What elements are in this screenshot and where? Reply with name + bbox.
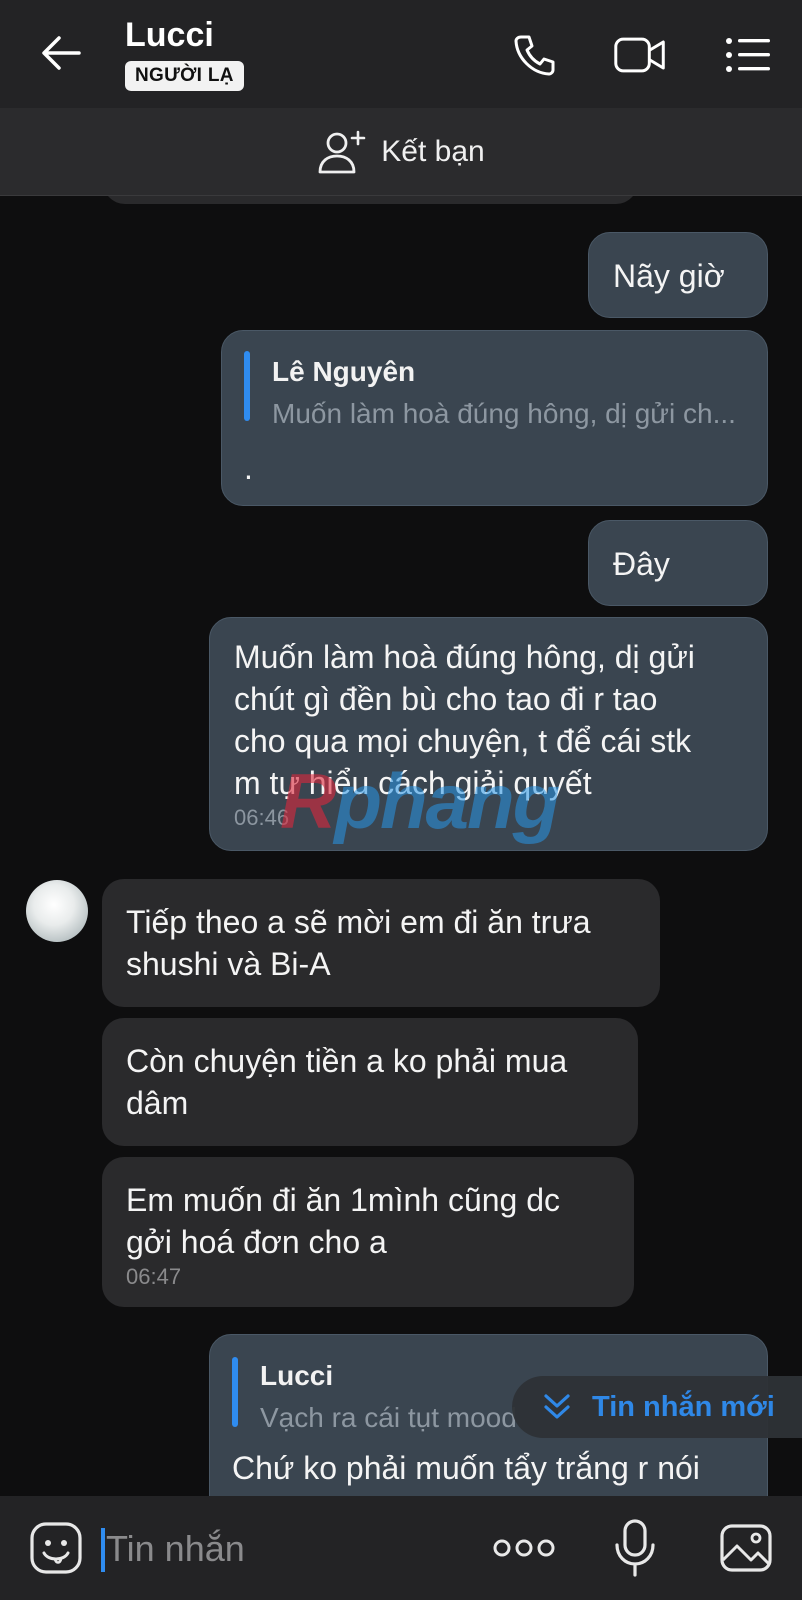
stranger-badge: NGƯỜI LẠ [125,61,244,91]
message-time: 06:47 [126,1264,182,1289]
message-text: . [244,450,253,486]
reply-message-bubble[interactable]: Lê Nguyên Muốn làm hoà đúng hông, dị gửi… [221,330,768,506]
contact-avatar[interactable] [26,880,88,942]
double-chevron-down-icon [544,1394,570,1419]
message-bubble-incoming[interactable]: Em muốn đi ăn 1mình cũng dc gởi hoá đơn … [102,1157,634,1307]
quote-bar [232,1357,238,1427]
new-messages-button[interactable]: Tin nhắn mới [512,1376,802,1438]
sticker-button[interactable] [28,1520,84,1576]
add-friend-label: Kết bạn [381,134,485,168]
message-bubble-incoming[interactable]: Còn chuyện tiền a ko phải mua dâm [102,1018,638,1146]
add-friend-bar[interactable]: Kết bạn [0,108,802,196]
chat-screen: Lucci NGƯỜI LẠ Kết bạn Nãy giờ Lê Nguyên… [0,0,802,1600]
message-input[interactable] [106,1522,456,1576]
new-messages-label: Tin nhắn mới [592,1390,775,1423]
back-arrow-icon [42,36,81,70]
quoted-sender: Lê Nguyên [272,356,416,387]
more-dots-icon [493,1539,555,1557]
message-line: dâm [126,1085,189,1121]
message-line: Em muốn đi ăn 1mình cũng dc [126,1182,561,1218]
voice-message-button[interactable] [612,1518,658,1578]
more-options-button[interactable] [492,1526,556,1570]
message-list[interactable]: Nãy giờ Lê Nguyên Muốn làm hoà đúng hông… [0,196,802,1496]
message-line: Muốn làm hoà đúng hông, dị gửi [234,639,695,675]
message-line: gởi hoá đơn cho a [126,1224,387,1260]
message-bubble-partial [103,196,638,204]
message-bubble-outgoing[interactable]: Đây [588,520,768,606]
message-bubble-outgoing[interactable]: Nãy giờ [588,232,768,318]
message-line: chút gì đền bù cho tao đi r tao [234,681,658,717]
message-bubble-incoming[interactable]: Tiếp theo a sẽ mời em đi ăn trưa shushi … [102,879,660,1007]
sticker-icon [30,1522,82,1574]
list-menu-icon [726,38,770,72]
text-caret [101,1528,105,1572]
message-text: Nãy giờ [613,258,725,294]
video-call-button[interactable] [613,28,667,82]
quoted-text[interactable]: Muốn làm hoà đúng hông, dị gửi ch... [272,393,747,435]
message-text: Đây [613,546,670,582]
message-input-bar [0,1496,802,1600]
quote-bar [244,351,250,421]
message-line: shushi và Bi-A [126,946,331,982]
send-image-button[interactable] [718,1520,774,1576]
contact-name[interactable]: Lucci [125,16,214,55]
add-user-icon [318,130,366,173]
message-line: Còn chuyện tiền a ko phải mua [126,1043,568,1079]
phone-icon [514,35,555,76]
back-button[interactable] [36,28,86,78]
quoted-sender: Lucci [260,1360,334,1391]
watermark-logo: Rphang [280,757,560,845]
options-menu-button[interactable] [721,28,775,82]
message-line: Tiếp theo a sẽ mời em đi ăn trưa [126,904,591,940]
chat-header: Lucci NGƯỜI LẠ [0,0,802,108]
image-icon [720,1524,772,1572]
video-camera-icon [614,37,665,73]
call-button[interactable] [508,28,562,82]
microphone-icon [615,1519,655,1577]
message-text: Chứ ko phải muốn tẩy trắng r nói [232,1450,700,1486]
